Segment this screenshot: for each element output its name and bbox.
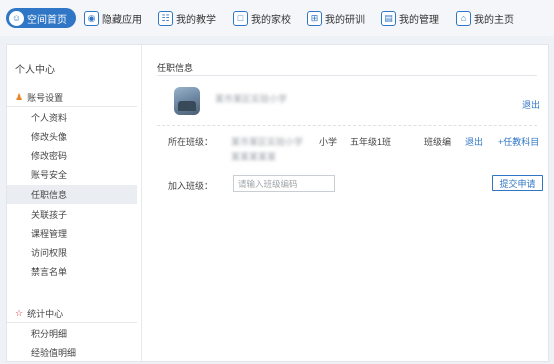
stats-section: ☆ 统计中心 bbox=[15, 305, 63, 321]
users-icon: ♟ bbox=[15, 91, 24, 102]
content-panel: 任职信息 某市某区实验小学 退出 所在班级： 某市某区实验小学 某某某某某 小学… bbox=[143, 45, 548, 361]
nav-label: 我的家校 bbox=[251, 14, 291, 26]
nav-label: 我的主页 bbox=[474, 14, 514, 26]
sidebar-item-access[interactable]: 访问权限 bbox=[7, 243, 137, 262]
sidebar-item-security[interactable]: 账号安全 bbox=[7, 165, 137, 184]
avatar bbox=[174, 87, 200, 115]
sidebar-item-avatar[interactable]: 修改头像 bbox=[7, 127, 137, 146]
divider bbox=[157, 75, 537, 76]
sidebar: 个人中心 ♟ 账号设置 个人资料 修改头像 修改密码 账号安全 任职信息 关联孩… bbox=[7, 45, 142, 361]
nav-label: 我的教学 bbox=[176, 14, 216, 26]
school-name: 某市某区实验小学 bbox=[215, 94, 288, 104]
top-nav: ☺ 空间首页 ◉ 隐藏应用 ☷ 我的教学 □ 我的家校 ⊞ 我的研训 ▤ 我的管… bbox=[0, 0, 554, 36]
nav-my-research[interactable]: ⊞ 我的研训 bbox=[307, 8, 365, 28]
section-label: 账号设置 bbox=[27, 92, 64, 103]
sidebar-item-points[interactable]: 积分明细 bbox=[7, 324, 137, 343]
submit-application-button[interactable]: 提交申请 bbox=[492, 175, 543, 191]
nav-label: 我的管理 bbox=[399, 14, 439, 26]
grade-type: 小学 bbox=[319, 137, 338, 147]
monitor-icon: □ bbox=[233, 10, 248, 26]
class-school-name: 某市某区实验小学 bbox=[231, 137, 304, 147]
divider bbox=[157, 125, 537, 126]
divider bbox=[7, 106, 137, 107]
sidebar-item-password[interactable]: 修改密码 bbox=[7, 146, 137, 165]
sidebar-item-courses[interactable]: 课程管理 bbox=[7, 224, 137, 243]
join-class-label: 加入班级： bbox=[168, 181, 214, 191]
quit-class-link[interactable]: 退出 bbox=[465, 135, 483, 148]
nav-my-management[interactable]: ▤ 我的管理 bbox=[381, 8, 439, 28]
sidebar-item-children[interactable]: 关联孩子 bbox=[7, 205, 137, 224]
star-icon: ☆ bbox=[15, 307, 24, 318]
main-frame: 个人中心 ♟ 账号设置 个人资料 修改头像 修改密码 账号安全 任职信息 关联孩… bbox=[6, 44, 549, 362]
nav-label: 空间首页 bbox=[27, 14, 67, 26]
sidebar-title: 个人中心 bbox=[15, 65, 55, 76]
section-label: 统计中心 bbox=[27, 308, 64, 319]
teach-icon: ☷ bbox=[158, 10, 173, 26]
class-code-input[interactable] bbox=[233, 175, 335, 192]
nav-label: 隐藏应用 bbox=[102, 14, 142, 26]
nav-label: 我的研训 bbox=[325, 14, 365, 26]
sidebar-item-profile[interactable]: 个人资料 bbox=[7, 108, 137, 127]
document-icon: ▤ bbox=[381, 10, 396, 26]
sidebar-item-mute-list[interactable]: 禁言名单 bbox=[7, 262, 137, 281]
sidebar-item-employment[interactable]: 任职信息 bbox=[7, 185, 137, 204]
user-icon: ☺ bbox=[9, 10, 24, 26]
home-icon: ⌂ bbox=[456, 10, 471, 26]
page-title: 任职信息 bbox=[157, 63, 194, 73]
add-subject-link[interactable]: +任教科目 bbox=[498, 135, 539, 148]
nav-my-home-school[interactable]: □ 我的家校 bbox=[233, 8, 291, 28]
quit-school-link[interactable]: 退出 bbox=[522, 98, 540, 111]
eye-icon: ◉ bbox=[84, 10, 99, 26]
account-settings-section: ♟ 账号设置 bbox=[15, 89, 63, 105]
class-name: 五年级1班 bbox=[350, 137, 392, 147]
grid-icon: ⊞ bbox=[307, 10, 322, 26]
divider bbox=[7, 322, 137, 323]
class-role: 班级编 bbox=[424, 137, 452, 147]
nav-hidden-apps[interactable]: ◉ 隐藏应用 bbox=[84, 8, 142, 28]
class-label: 所在班级： bbox=[168, 137, 214, 147]
nav-my-teaching[interactable]: ☷ 我的教学 bbox=[158, 8, 216, 28]
class-school-name-line2: 某某某某某 bbox=[231, 152, 277, 162]
nav-home-button[interactable]: ☺ 空间首页 bbox=[6, 8, 76, 28]
sidebar-item-experience[interactable]: 经验值明细 bbox=[7, 343, 137, 362]
nav-my-homepage[interactable]: ⌂ 我的主页 bbox=[456, 8, 514, 28]
